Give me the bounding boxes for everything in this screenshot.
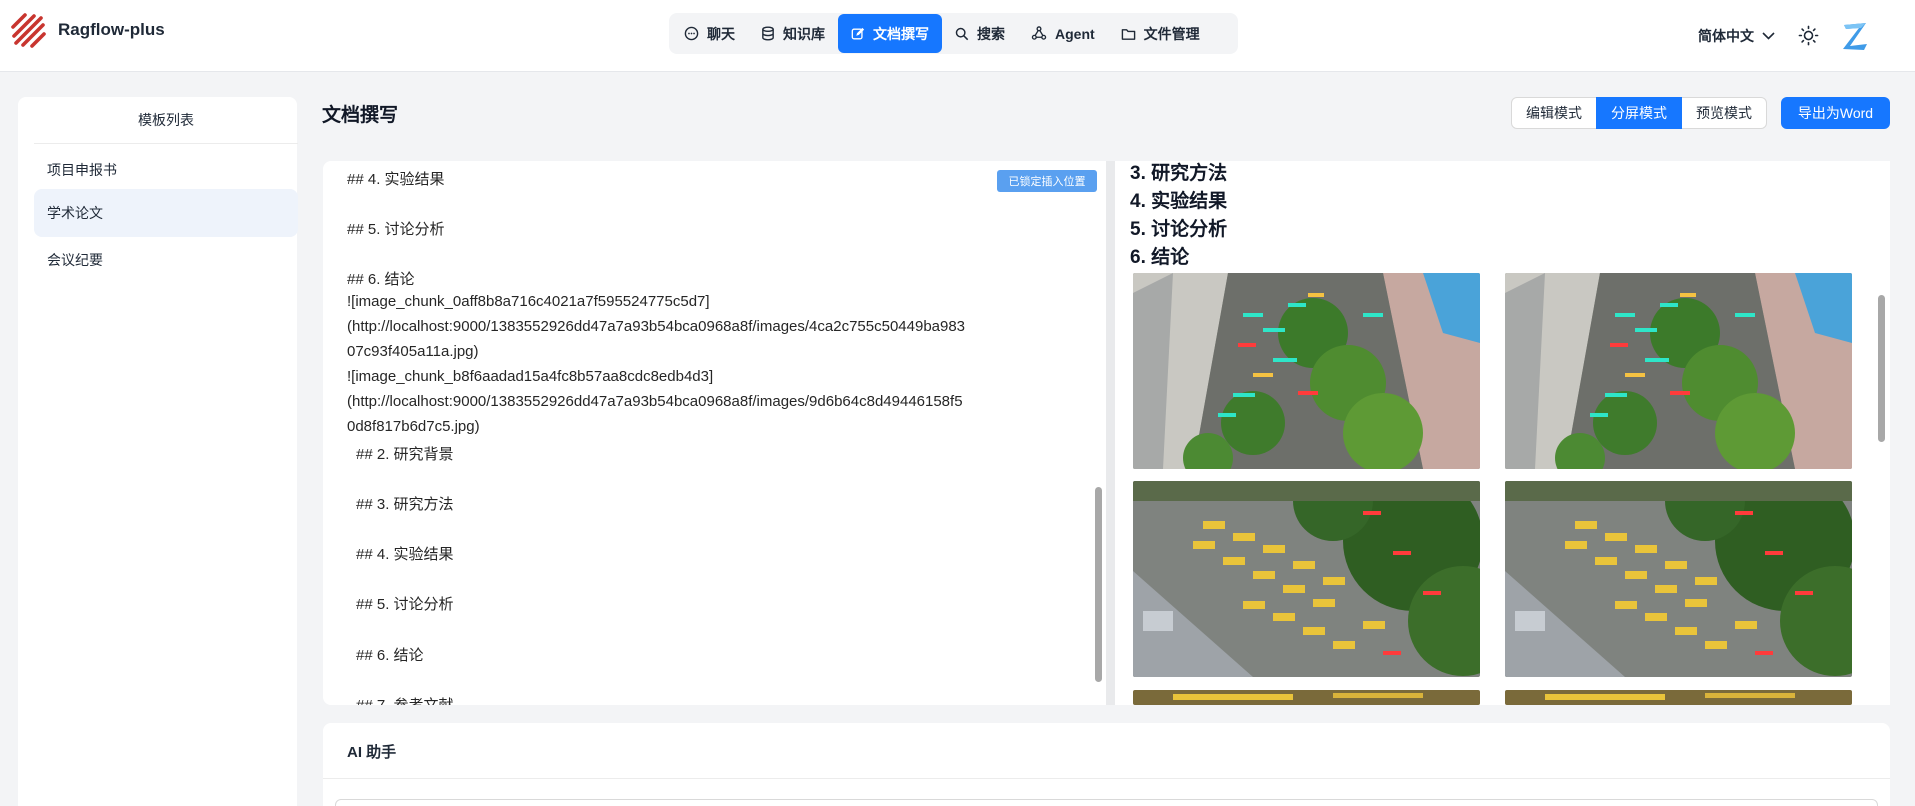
- aerial-parking-image: [1505, 481, 1852, 677]
- preview-image-aerial-street-1: [1133, 273, 1480, 469]
- folder-icon: [1121, 28, 1135, 40]
- export-word-button[interactable]: 导出为Word: [1781, 97, 1890, 129]
- page-title: 文档撰写: [322, 105, 399, 126]
- preview-image-aerial-parking-1: [1133, 481, 1480, 677]
- top-header: Ragflow-plus 聊天 知识库 文档撰写 搜索 Agent 文件管理 简…: [0, 0, 1915, 72]
- app-name: Ragflow-plus: [58, 20, 165, 39]
- nav-doc-writing-label: 文档撰写: [873, 25, 929, 42]
- editor-line: ## 4. 实验结果: [347, 171, 445, 188]
- editor-line: (http://localhost:9000/1383552926dd47a7a…: [347, 393, 963, 410]
- nav-file-management-label: 文件管理: [1143, 25, 1200, 42]
- preview-image-partial-1: [1133, 690, 1480, 705]
- user-avatar-icon[interactable]: [1840, 20, 1870, 52]
- main-nav: 聊天 知识库 文档撰写 搜索 Agent 文件管理: [669, 13, 1238, 54]
- editor-line: 0d8f817b6d7c5.jpg): [347, 418, 480, 435]
- nav-agent[interactable]: Agent: [1018, 14, 1108, 53]
- nav-chat-label: 聊天: [707, 25, 735, 42]
- split-mode-button[interactable]: 分屏模式: [1596, 97, 1682, 129]
- nav-chat[interactable]: 聊天: [671, 14, 748, 53]
- ai-assistant-panel: [323, 723, 1890, 806]
- nav-knowledge-base[interactable]: 知识库: [748, 14, 838, 53]
- language-label: 简体中文: [1698, 28, 1754, 44]
- agent-nodes-icon: [1031, 26, 1047, 40]
- editor-line: ## 6. 结论: [356, 647, 424, 664]
- nav-knowledge-base-label: 知识库: [783, 25, 825, 42]
- preview-scrollbar[interactable]: [1878, 295, 1885, 442]
- editor-clip: ## 7. 参考文献: [323, 690, 1106, 705]
- edit-icon: [851, 27, 865, 39]
- aerial-street-image: [1505, 273, 1852, 469]
- template-item-meeting-minutes[interactable]: 会议纪要: [34, 236, 298, 284]
- editor-scrollbar[interactable]: [1095, 487, 1102, 682]
- language-selector[interactable]: 简体中文: [1698, 26, 1775, 46]
- editor-line: ![image_chunk_0aff8b8a716c4021a7f5955247…: [347, 293, 710, 310]
- template-list-title: 模板列表: [34, 97, 298, 144]
- aerial-partial-image: [1133, 690, 1480, 705]
- editor-line: ## 6. 结论: [347, 271, 415, 288]
- view-mode-switch: 编辑模式 分屏模式 预览模式: [1511, 97, 1767, 129]
- editor-line: ## 4. 实验结果: [356, 546, 454, 563]
- insert-position-locked-badge: 已锁定插入位置: [997, 170, 1097, 192]
- chevron-down-icon: [1762, 32, 1775, 40]
- nav-search-label: 搜索: [977, 25, 1005, 42]
- aerial-partial-image: [1505, 690, 1852, 705]
- preview-image-aerial-parking-2: [1505, 481, 1852, 677]
- editor-line: ## 2. 研究背景: [356, 446, 454, 463]
- template-sidebar: 模板列表 项目申报书 学术论文 会议纪要: [18, 97, 298, 806]
- editor-line: ## 3. 研究方法: [356, 496, 454, 513]
- template-item-label: 学术论文: [47, 205, 103, 221]
- editor-line: ## 7. 参考文献: [356, 694, 454, 705]
- preview-image-aerial-street-2: [1505, 273, 1852, 469]
- template-item-project-proposal[interactable]: 项目申报书: [34, 146, 298, 194]
- app-logo-icon[interactable]: [10, 12, 48, 50]
- ai-divider: [323, 778, 1890, 779]
- edit-mode-button[interactable]: 编辑模式: [1511, 97, 1597, 129]
- template-item-label: 项目申报书: [47, 162, 117, 178]
- editor-line: (http://localhost:9000/1383552926dd47a7a…: [347, 318, 966, 335]
- search-icon: [955, 27, 969, 40]
- sun-icon[interactable]: [1798, 25, 1819, 46]
- editor-line: ![image_chunk_b8f6aadad15a4fc8b57aa8cdc8…: [347, 368, 714, 385]
- editor-line: ## 5. 讨论分析: [347, 221, 445, 238]
- editor-line: 07c93f405a11a.jpg): [347, 343, 479, 360]
- preview-heading: 4. 实验结果: [1130, 191, 1228, 212]
- preview-heading: 6. 结论: [1130, 247, 1190, 268]
- ai-assistant-title: AI 助手: [347, 744, 397, 761]
- ai-prompt-input[interactable]: [335, 799, 1878, 806]
- database-icon: [762, 26, 774, 41]
- preview-image-partial-2: [1505, 690, 1852, 705]
- nav-agent-label: Agent: [1055, 25, 1095, 42]
- preview-heading: 5. 讨论分析: [1130, 219, 1228, 240]
- template-item-academic-paper[interactable]: 学术论文: [34, 189, 298, 237]
- split-divider[interactable]: [1106, 161, 1115, 705]
- preview-mode-button[interactable]: 预览模式: [1681, 97, 1767, 129]
- chat-bubble-icon: [684, 26, 699, 41]
- editor-line: ## 5. 讨论分析: [356, 596, 454, 613]
- nav-file-management[interactable]: 文件管理: [1108, 14, 1213, 53]
- aerial-parking-image: [1133, 481, 1480, 677]
- template-item-label: 会议纪要: [47, 252, 103, 268]
- preview-heading: 3. 研究方法: [1130, 163, 1228, 184]
- aerial-street-image: [1133, 273, 1480, 469]
- nav-search[interactable]: 搜索: [942, 14, 1018, 53]
- nav-doc-writing[interactable]: 文档撰写: [838, 14, 942, 53]
